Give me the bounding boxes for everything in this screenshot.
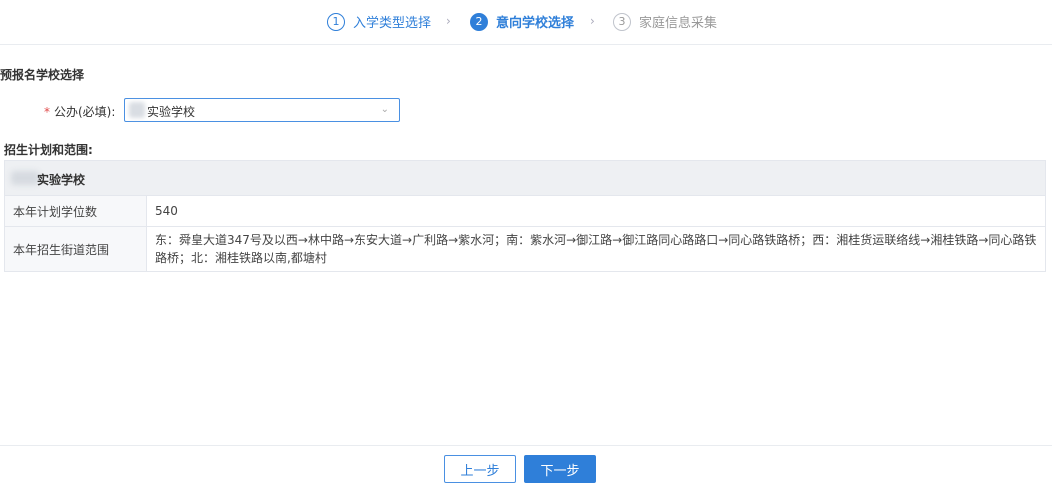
row-key: 本年招生街道范围 bbox=[5, 227, 147, 271]
row-value: 东：舜皇大道347号及以西→林中路→东安大道→广利路→紫水河；南：紫水河→御江路… bbox=[155, 233, 1037, 265]
step-number: 3 bbox=[613, 12, 631, 31]
public-school-select[interactable]: 实验学校 ⌄ bbox=[124, 98, 400, 122]
plan-title: 招生计划和范围: bbox=[4, 143, 93, 157]
chevron-right-icon: › bbox=[590, 14, 595, 28]
step-school-choice[interactable]: 2 意向学校选择 bbox=[470, 12, 574, 31]
table-row: 本年计划学位数 540 bbox=[5, 196, 1045, 227]
table-header: 实验学校 bbox=[5, 161, 1045, 196]
field-label-text: 公办(必填): bbox=[54, 105, 116, 119]
chevron-down-icon: ⌄ bbox=[380, 104, 389, 115]
row-key: 本年计划学位数 bbox=[5, 196, 147, 226]
step-number: 1 bbox=[327, 12, 345, 31]
section-title: 预报名学校选择 bbox=[0, 68, 85, 82]
step-number: 2 bbox=[470, 12, 488, 31]
prev-step-button[interactable]: 上一步 bbox=[444, 455, 516, 483]
step-enrollment-type[interactable]: 1 入学类型选择 bbox=[327, 12, 431, 31]
blurred-region bbox=[11, 171, 39, 185]
public-school-label: * 公办(必填): bbox=[44, 103, 115, 120]
step-label: 意向学校选择 bbox=[496, 16, 575, 31]
school-name: 实验学校 bbox=[37, 173, 86, 187]
footer-divider bbox=[0, 445, 1052, 446]
steps-bar: 1 入学类型选择 › 2 意向学校选择 › 3 家庭信息采集 bbox=[0, 0, 1052, 45]
blurred-region bbox=[129, 102, 145, 118]
step-family-info[interactable]: 3 家庭信息采集 bbox=[613, 12, 717, 31]
required-mark: * bbox=[44, 105, 50, 119]
next-step-button[interactable]: 下一步 bbox=[524, 455, 596, 483]
row-value: 540 bbox=[155, 204, 178, 218]
select-value: 实验学校 bbox=[147, 105, 196, 119]
chevron-right-icon: › bbox=[446, 14, 451, 28]
table-row: 本年招生街道范围 东：舜皇大道347号及以西→林中路→东安大道→广利路→紫水河；… bbox=[5, 227, 1045, 271]
step-label: 入学类型选择 bbox=[353, 16, 432, 31]
plan-table: 实验学校 本年计划学位数 540 本年招生街道范围 东：舜皇大道347号及以西→… bbox=[4, 160, 1046, 272]
step-label: 家庭信息采集 bbox=[639, 16, 718, 31]
